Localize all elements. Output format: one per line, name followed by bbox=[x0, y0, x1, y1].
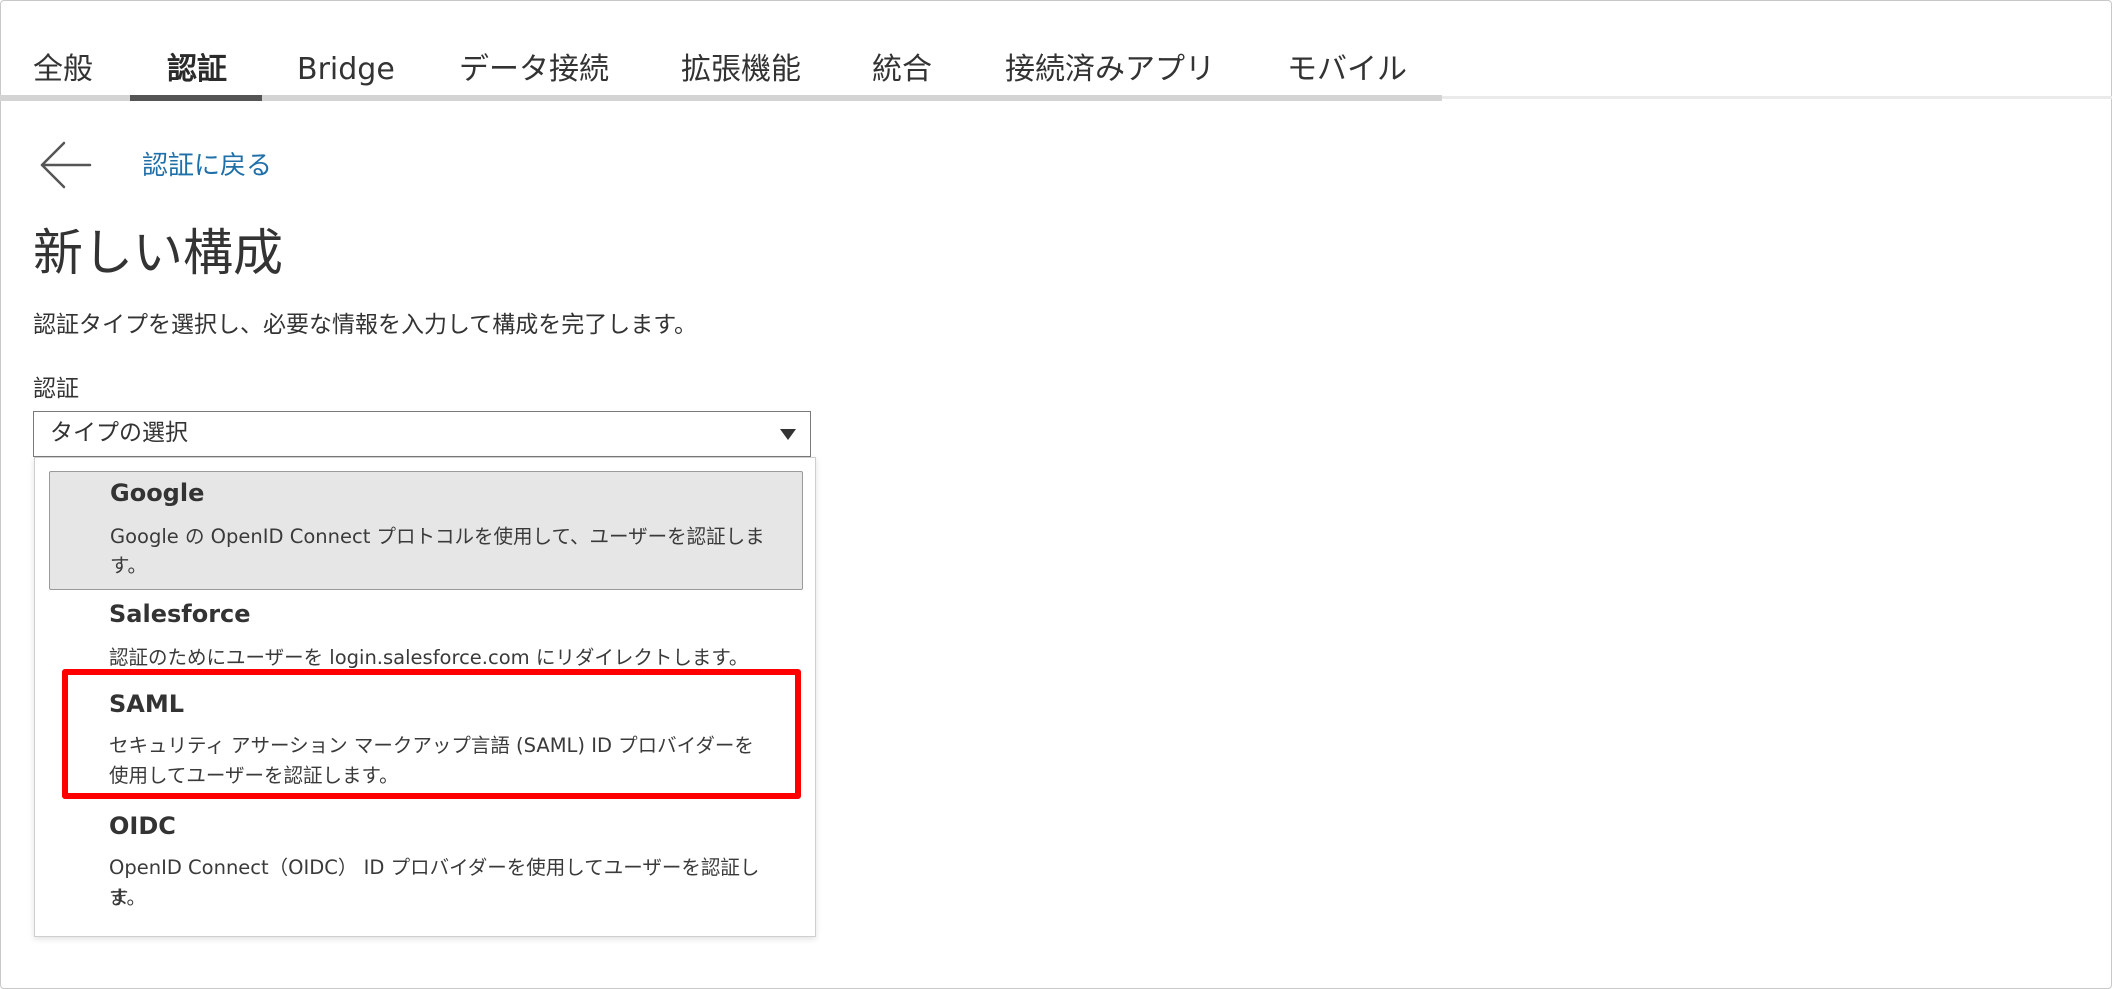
option-description-line-2: す。 bbox=[110, 554, 148, 577]
arrow-left-icon[interactable] bbox=[38, 140, 94, 190]
option-description-line-1: セキュリティ アサーション マークアップ言語 (SAML) ID プロバイダーを bbox=[109, 734, 754, 757]
tab-general[interactable]: 全般 bbox=[33, 50, 93, 90]
back-to-authentication-link[interactable]: 認証に戻る bbox=[142, 148, 272, 184]
option-oidc[interactable]: OIDC OpenID Connect（OIDC） ID プロバイダーを使用して… bbox=[49, 804, 803, 926]
tab-authentication[interactable]: 認証 bbox=[167, 50, 227, 90]
caret-down-icon bbox=[780, 429, 796, 440]
tab-integration[interactable]: 統合 bbox=[872, 50, 932, 90]
option-title: Google bbox=[110, 479, 205, 507]
tab-connected-apps[interactable]: 接続済みアプリ bbox=[1005, 50, 1215, 90]
option-title: SAML bbox=[109, 690, 185, 718]
option-description-line-2: 使用してユーザーを認証します。 bbox=[109, 764, 399, 787]
option-google[interactable]: Google Google の OpenID Connect プロトコルを使用し… bbox=[49, 471, 803, 590]
option-description-line-1: Google の OpenID Connect プロトコルを使用して、ユーザーを… bbox=[110, 525, 765, 548]
option-saml[interactable]: SAML セキュリティ アサーション マークアップ言語 (SAML) ID プロ… bbox=[49, 682, 803, 800]
option-description-line-2: す。 bbox=[109, 886, 147, 909]
tab-bridge[interactable]: Bridge bbox=[297, 50, 395, 90]
tab-mobile[interactable]: モバイル bbox=[1287, 50, 1407, 90]
tab-extensions[interactable]: 拡張機能 bbox=[681, 50, 801, 90]
tab-data-connections[interactable]: データ接続 bbox=[459, 50, 609, 90]
option-title: OIDC bbox=[109, 812, 176, 840]
authentication-type-select[interactable]: タイプの選択 bbox=[33, 411, 811, 457]
option-description-line-1: 認証のためにユーザーを login.salesforce.com にリダイレクト… bbox=[109, 646, 749, 669]
arrow-left-icon-svg bbox=[40, 141, 92, 189]
option-salesforce[interactable]: Salesforce 認証のためにユーザーを login.salesforce.… bbox=[49, 592, 803, 680]
authentication-type-dropdown: Google Google の OpenID Connect プロトコルを使用し… bbox=[34, 457, 816, 937]
select-value: タイプの選択 bbox=[50, 420, 188, 446]
page-description: 認証タイプを選択し、必要な情報を入力して構成を完了します。 bbox=[33, 312, 698, 338]
authentication-field-label: 認証 bbox=[33, 376, 79, 402]
page-title: 新しい構成 bbox=[33, 224, 283, 282]
option-title: Salesforce bbox=[109, 600, 251, 628]
active-tab-indicator bbox=[130, 95, 262, 101]
tab-bar-line-extension bbox=[1442, 96, 2112, 99]
